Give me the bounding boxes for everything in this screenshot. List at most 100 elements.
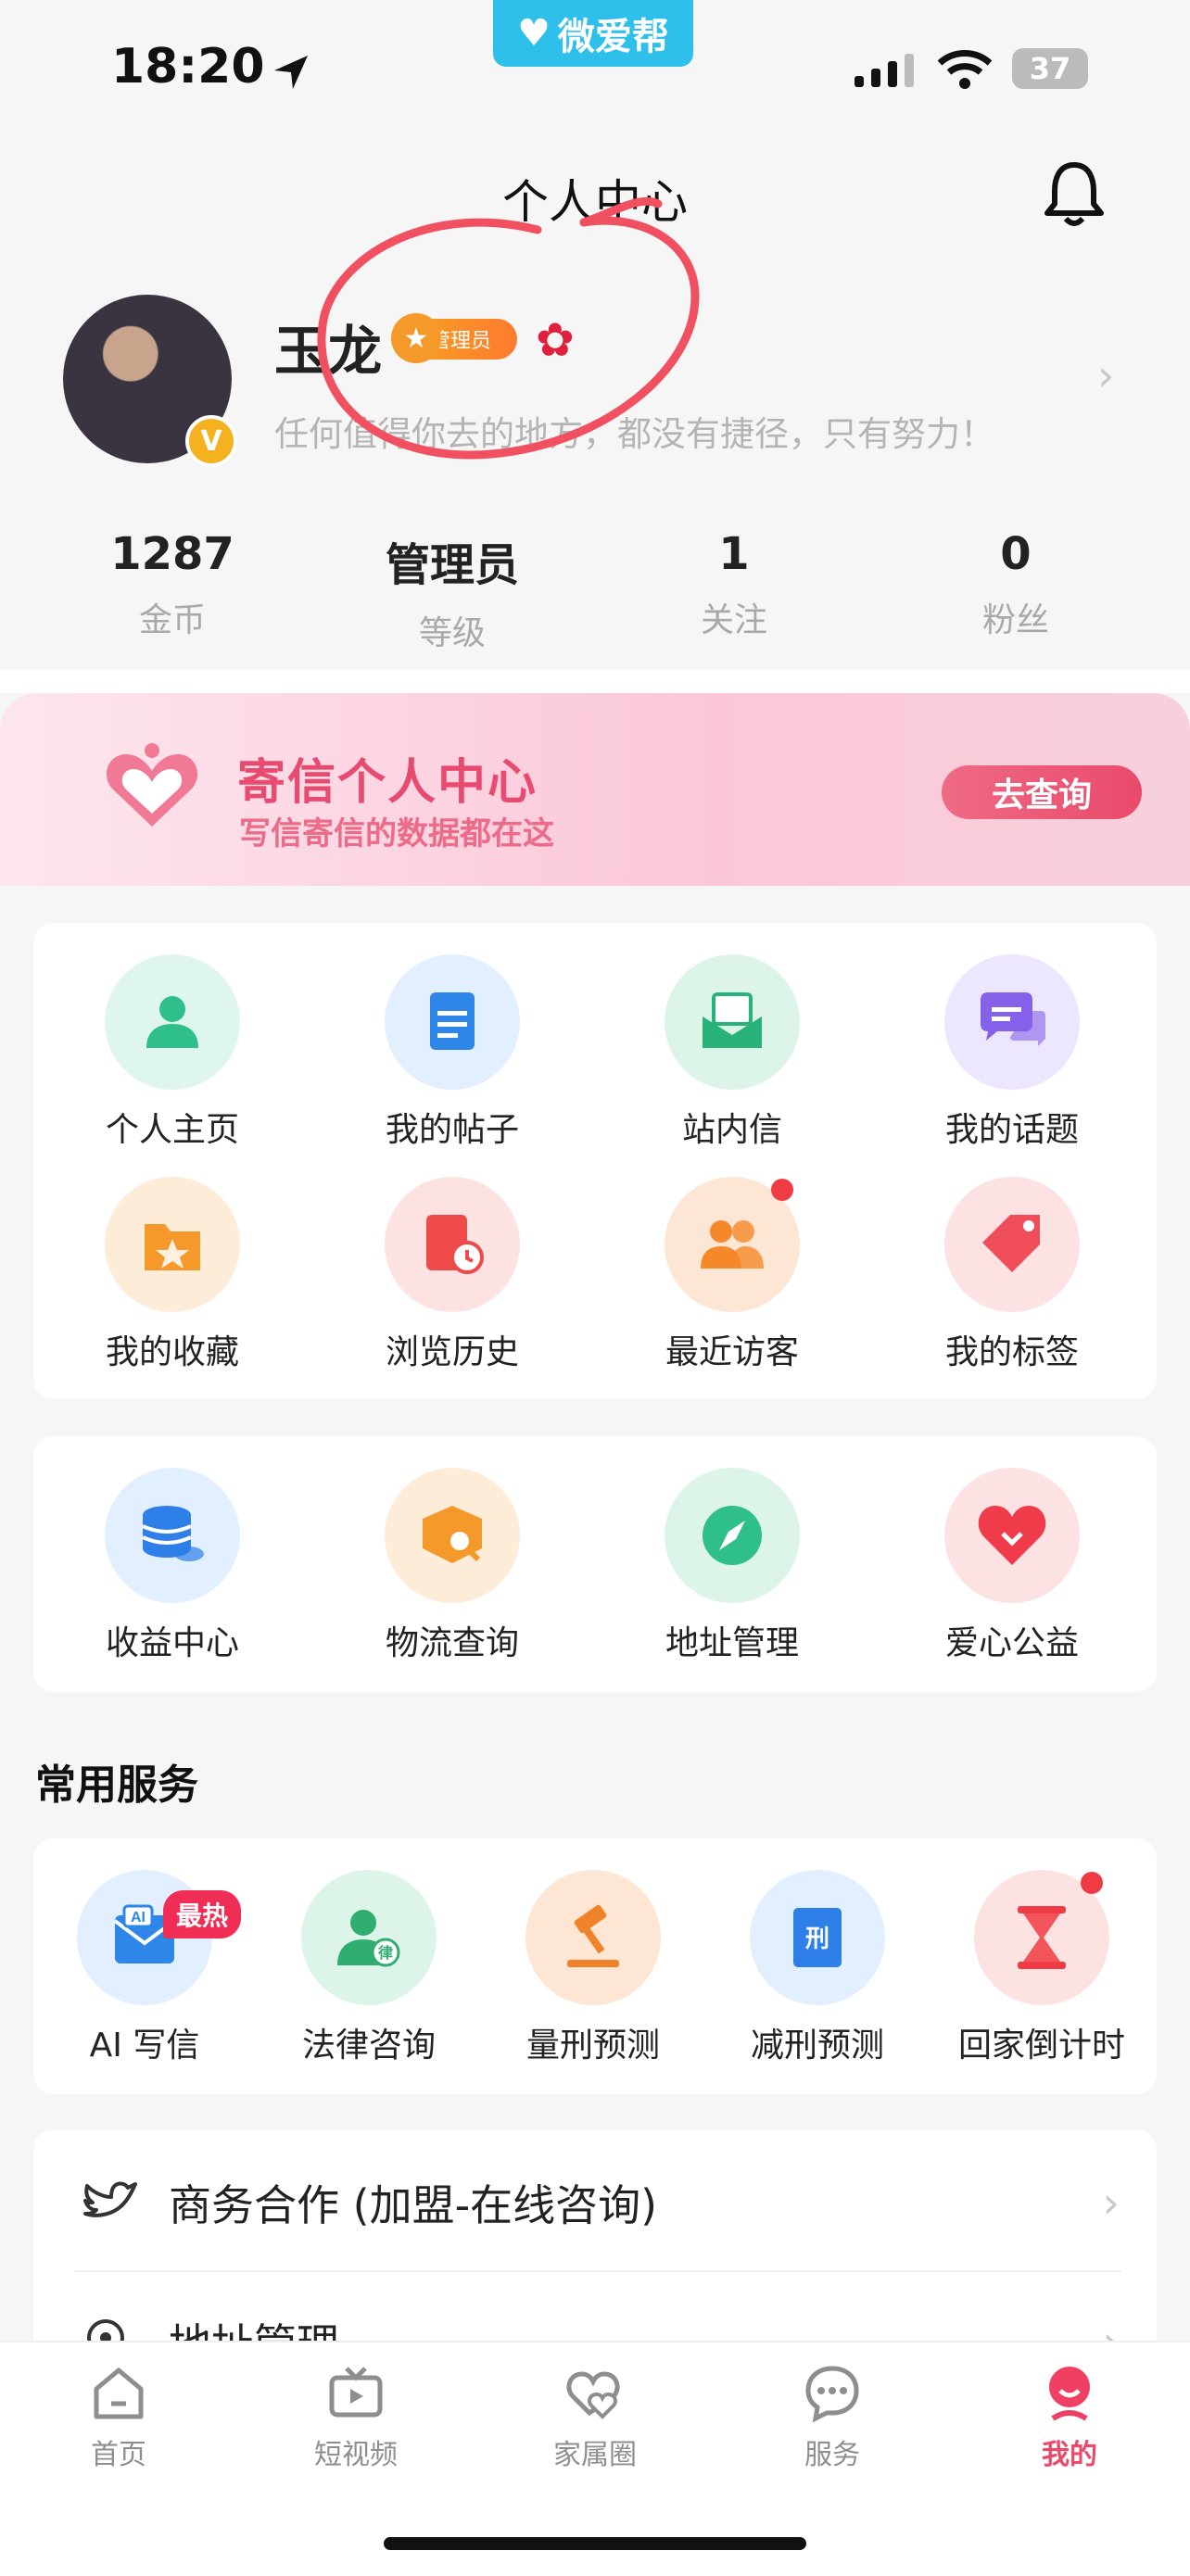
history-icon [385, 1177, 520, 1312]
app-name: 微爱帮 [557, 16, 669, 58]
tv-icon [282, 2363, 430, 2426]
stat-value: 1 [718, 528, 750, 580]
services-title: 常用服务 [35, 1762, 198, 1809]
grid-item-label: 个人主页 [105, 1111, 239, 1149]
grid-item-tag[interactable]: 我的标签 [910, 1177, 1114, 1373]
grid-item-label: 法律咨询 [301, 2027, 436, 2065]
notification-dot [771, 1179, 793, 1201]
stat-value: 管理员 [385, 539, 519, 591]
banner-subtitle: 写信寄信的数据都在这 [239, 815, 554, 852]
grid-item-label: 回家倒计时 [957, 2027, 1125, 2065]
service-item-lawyer[interactable]: 律法律咨询 [267, 1870, 471, 2066]
grid-item-label: 地址管理 [665, 1624, 799, 1662]
svg-text:律: 律 [378, 1944, 393, 1962]
verified-badge: V [185, 415, 237, 467]
tab-tv[interactable]: 短视频 [282, 2363, 430, 2472]
book-icon: 刑 [750, 1870, 885, 2005]
message-icon [758, 2363, 906, 2426]
cellular-signal-icon [855, 54, 914, 87]
app-logo-icon: ♥ [517, 12, 551, 55]
grid-item-label: 爱心公益 [944, 1624, 1079, 1662]
app-name-badge: ♥ 微爱帮 [493, 0, 693, 67]
mail-icon [665, 954, 800, 1090]
grid-item-coins[interactable]: 收益中心 [70, 1468, 274, 1664]
tag-icon [944, 1177, 1080, 1312]
chevron-right-icon[interactable]: › [1097, 350, 1114, 400]
tab-label: 我的 [1042, 2439, 1097, 2471]
grid-item-label: 减刑预测 [750, 2027, 884, 2065]
grid-item-user[interactable]: 个人主页 [70, 954, 274, 1151]
tab-me[interactable]: 我的 [995, 2363, 1144, 2472]
coins-icon [105, 1468, 240, 1603]
hot-badge: 最热 [163, 1890, 242, 1938]
location-arrow-icon [274, 56, 308, 89]
bird-icon [83, 2181, 137, 2217]
tab-hearts[interactable]: 家属圈 [521, 2363, 669, 2472]
tab-message[interactable]: 服务 [758, 2363, 906, 2472]
svg-text:AI: AI [131, 1910, 146, 1926]
stat-label: 等级 [418, 614, 486, 652]
battery-indicator: 37 [1012, 48, 1088, 89]
grid-item-package-search[interactable]: 物流查询 [350, 1468, 554, 1664]
status-time: 18:20 [111, 39, 265, 95]
stat-label: 关注 [700, 601, 767, 639]
grid-item-history[interactable]: 浏览历史 [350, 1177, 554, 1373]
package-search-icon [385, 1468, 520, 1603]
grid-item-label: AI 写信 [89, 2027, 200, 2065]
post-icon [385, 954, 520, 1090]
hearts-logo-icon [106, 743, 198, 827]
grid-item-label: 量刑预测 [525, 2027, 660, 2065]
grid-item-label: 我的标签 [944, 1333, 1079, 1371]
grid-item-compass[interactable]: 地址管理 [630, 1468, 834, 1664]
stat-followers[interactable]: 0 粉丝 [877, 528, 1155, 641]
annotation-circle [317, 196, 700, 460]
grid-item-label: 我的收藏 [105, 1333, 239, 1371]
me-icon [995, 2363, 1144, 2426]
stat-value: 1287 [110, 528, 234, 580]
tab-label: 家属圈 [553, 2439, 637, 2471]
notification-dot [1081, 1872, 1103, 1894]
query-button[interactable]: 去查询 [942, 765, 1142, 819]
grid-item-visitors[interactable]: 最近访客 [630, 1177, 834, 1373]
tab-label: 服务 [804, 2439, 860, 2471]
stat-label: 粉丝 [981, 601, 1049, 639]
svg-text:刑: 刑 [805, 1926, 829, 1953]
stat-level[interactable]: 管理员 等级 [313, 528, 591, 654]
hearts-icon [521, 2363, 669, 2426]
wifi-icon [937, 50, 993, 89]
divider [0, 669, 1190, 693]
grid-item-heart[interactable]: 爱心公益 [910, 1468, 1114, 1664]
grid-item-chat[interactable]: 我的话题 [910, 954, 1114, 1151]
grid-item-label: 收益中心 [105, 1624, 239, 1662]
stat-coins[interactable]: 1287 金币 [33, 528, 311, 641]
home-indicator [384, 2537, 806, 2550]
chevron-right-icon: › [1102, 2178, 1120, 2228]
tab-label: 短视频 [314, 2439, 398, 2471]
lawyer-icon: 律 [301, 1870, 437, 2005]
grid-item-label: 最近访客 [665, 1333, 799, 1371]
stat-following[interactable]: 1 关注 [595, 528, 873, 641]
grid-item-star-folder[interactable]: 我的收藏 [70, 1177, 274, 1373]
grid-item-label: 站内信 [681, 1111, 782, 1149]
list-item-label: 商务合作 (加盟-在线咨询) [169, 2180, 658, 2230]
tab-label: 首页 [91, 2439, 146, 2471]
grid-item-label: 浏览历史 [385, 1333, 519, 1371]
list-item-business[interactable]: 商务合作 (加盟-在线咨询) › [33, 2133, 1157, 2272]
grid-item-label: 物流查询 [385, 1624, 519, 1662]
grid-item-label: 我的帖子 [385, 1111, 519, 1149]
service-item-book[interactable]: 刑减刑预测 [715, 1870, 919, 2066]
star-folder-icon [105, 1177, 240, 1312]
tab-home[interactable]: 首页 [44, 2363, 193, 2472]
stat-label: 金币 [138, 601, 206, 639]
chat-icon [944, 954, 1080, 1090]
stat-value: 0 [1000, 528, 1032, 580]
banner-title: 寄信个人中心 [237, 755, 538, 811]
gavel-icon [525, 1870, 661, 2005]
service-item-gavel[interactable]: 量刑预测 [491, 1870, 695, 2066]
user-icon [105, 954, 240, 1090]
service-item-hourglass[interactable]: 回家倒计时 [940, 1870, 1144, 2066]
grid-item-post[interactable]: 我的帖子 [350, 954, 554, 1151]
grid-item-mail[interactable]: 站内信 [630, 954, 834, 1151]
heart-icon [944, 1468, 1080, 1603]
bell-icon[interactable] [1042, 158, 1107, 228]
